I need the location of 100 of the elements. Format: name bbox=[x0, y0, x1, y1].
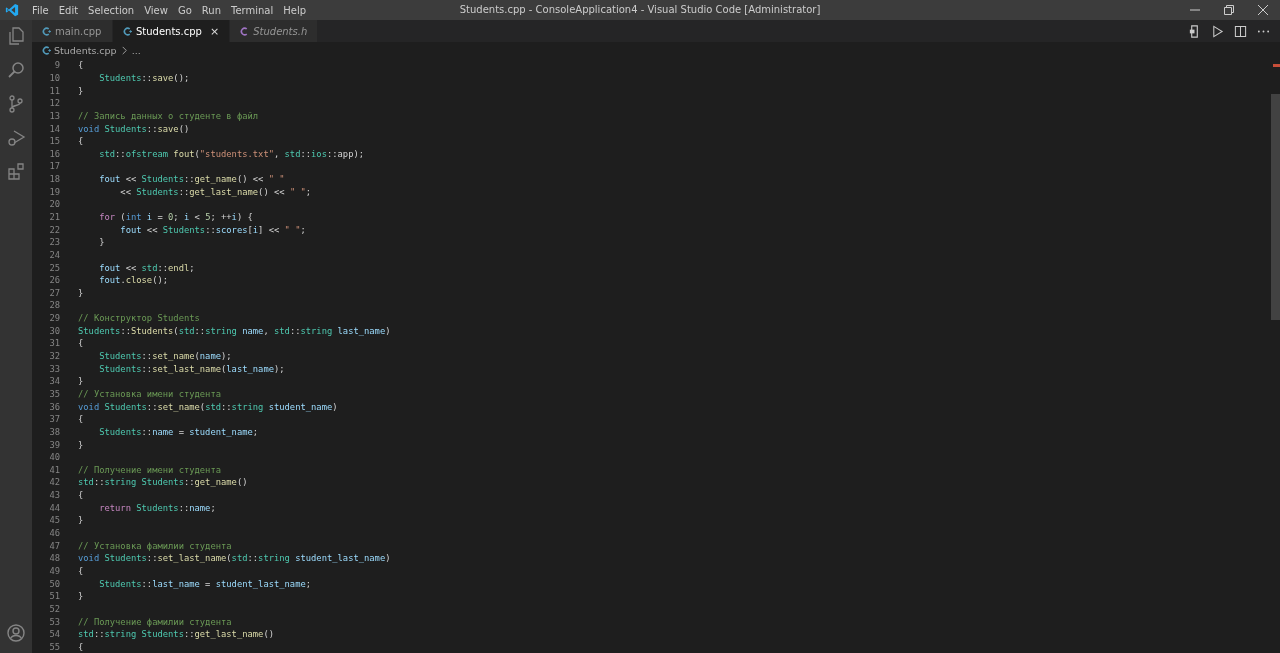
editor-tab[interactable]: Students.cpp × bbox=[113, 20, 231, 42]
line-number: 46 bbox=[48, 528, 60, 538]
line-number: 14 bbox=[48, 123, 60, 134]
file-type-icon bbox=[240, 26, 250, 36]
line-number: 42 bbox=[48, 477, 60, 488]
line-number: 49 bbox=[48, 565, 60, 576]
line-number: 50 bbox=[48, 578, 60, 589]
line-number: 13 bbox=[48, 110, 60, 121]
line-number: 20 bbox=[48, 199, 60, 210]
line-number: 9 bbox=[53, 60, 60, 71]
code-line: std::ofstream fout("students.txt", std::ios::app); bbox=[98, 148, 365, 159]
close-tab-button[interactable]: × bbox=[209, 24, 220, 38]
code-line: Students::last_name = student_last_name; bbox=[98, 578, 312, 589]
code-line: void Students::set_name(std::string student_name) bbox=[78, 401, 338, 412]
menu-item[interactable]: Help bbox=[278, 4, 312, 16]
code-line: } bbox=[78, 515, 84, 526]
editor-tab[interactable]: main.cpp bbox=[32, 20, 113, 42]
line-number: 48 bbox=[48, 553, 60, 564]
code-line: Students::set_last_name(last_name); bbox=[98, 363, 285, 374]
open-changes-icon[interactable] bbox=[1188, 24, 1201, 38]
menu-item[interactable]: File bbox=[27, 4, 54, 16]
line-number: 16 bbox=[48, 148, 60, 159]
line-number: 53 bbox=[48, 616, 60, 627]
source-control-icon[interactable] bbox=[6, 94, 26, 114]
code-line: fout << Students::scores[i] << " "; bbox=[119, 224, 306, 235]
app-logo-icon bbox=[5, 3, 19, 17]
file-type-icon bbox=[123, 26, 132, 36]
split-editor-icon[interactable] bbox=[1234, 24, 1247, 38]
close-icon[interactable] bbox=[1258, 5, 1268, 15]
code-line: { bbox=[78, 60, 84, 71]
line-number: 26 bbox=[48, 275, 60, 286]
code-line: Students::Students(std::string name, std::string last_name) bbox=[78, 325, 391, 336]
code-line: return Students::name; bbox=[98, 502, 216, 513]
editor-tab[interactable]: Students.h bbox=[230, 20, 319, 42]
run-debug-icon[interactable] bbox=[6, 128, 26, 148]
line-number: 28 bbox=[48, 300, 60, 311]
line-number: 41 bbox=[48, 464, 60, 475]
restore-icon[interactable] bbox=[1224, 5, 1234, 15]
line-number: 40 bbox=[48, 452, 60, 463]
chevron-right-icon bbox=[119, 45, 129, 55]
menu-item[interactable]: Go bbox=[172, 4, 197, 16]
code-line: std::string Students::get_last_name() bbox=[78, 629, 274, 640]
line-number: 30 bbox=[48, 325, 60, 336]
search-icon[interactable] bbox=[6, 60, 26, 80]
file-type-icon bbox=[42, 26, 51, 36]
line-number: 38 bbox=[48, 426, 60, 437]
account-icon[interactable] bbox=[6, 623, 26, 643]
extensions-icon[interactable] bbox=[6, 162, 26, 182]
menu-item[interactable]: Run bbox=[196, 4, 226, 16]
scrollbar-thumb[interactable] bbox=[1271, 94, 1280, 320]
code-line: } bbox=[78, 439, 84, 450]
code-line: // Установка фамилии студента bbox=[78, 540, 232, 551]
code-line: << Students::get_last_name() << " "; bbox=[119, 186, 312, 197]
run-icon[interactable] bbox=[1211, 24, 1224, 38]
code-line: fout << Students::get_name() << " " bbox=[98, 174, 285, 185]
line-number: 25 bbox=[48, 262, 60, 273]
files-icon[interactable] bbox=[6, 26, 26, 46]
menu-item[interactable]: View bbox=[139, 4, 173, 16]
line-number: 39 bbox=[48, 439, 60, 450]
code-line: } bbox=[78, 591, 84, 602]
error-marker bbox=[1273, 64, 1280, 67]
line-number: 15 bbox=[48, 136, 60, 147]
line-number: 27 bbox=[48, 287, 60, 298]
code-line: // Установка имени студента bbox=[78, 388, 221, 399]
line-number: 22 bbox=[48, 224, 60, 235]
line-number: 37 bbox=[48, 414, 60, 425]
code-line: // Получение имени студента bbox=[78, 464, 221, 475]
breadcrumb-item[interactable]: Students.cpp bbox=[54, 44, 117, 56]
code-line: { bbox=[78, 565, 84, 576]
code-line: for (int i = 0; i < 5; ++i) { bbox=[98, 212, 253, 222]
line-number: 17 bbox=[48, 161, 60, 172]
line-number: 44 bbox=[48, 502, 60, 513]
line-number: 11 bbox=[48, 85, 60, 96]
line-number: 43 bbox=[48, 490, 60, 501]
line-number: 31 bbox=[48, 338, 60, 349]
menu-item[interactable]: Terminal bbox=[226, 4, 279, 16]
window-title: Students.cpp - ConsoleApplication4 - Visual Studio Code [Administrator] bbox=[459, 4, 821, 15]
line-number: 52 bbox=[48, 603, 60, 614]
line-number: 34 bbox=[48, 376, 60, 387]
code-line: // Запись данных о студенте в файл bbox=[78, 110, 259, 121]
line-number: 19 bbox=[48, 186, 60, 197]
line-number: 54 bbox=[48, 629, 60, 640]
breadcrumb-item[interactable]: ... bbox=[131, 44, 141, 56]
menu-item[interactable]: Edit bbox=[53, 4, 84, 16]
line-number: 10 bbox=[48, 72, 60, 83]
code-line: { bbox=[78, 641, 84, 652]
menu-item[interactable]: Selection bbox=[83, 4, 140, 16]
file-type-icon bbox=[42, 45, 51, 55]
line-number: 32 bbox=[48, 351, 60, 362]
line-number: 21 bbox=[48, 212, 60, 222]
code-line: Students::set_name(name); bbox=[98, 351, 232, 362]
code-line: fout.close(); bbox=[98, 275, 169, 286]
code-line: Students::name = student_name; bbox=[98, 426, 259, 437]
code-line: fout << std::endl; bbox=[98, 262, 195, 273]
line-number: 29 bbox=[48, 313, 60, 324]
code-line: { bbox=[78, 414, 84, 425]
code-line: // Получение фамилии студента bbox=[78, 616, 232, 627]
code-line: } bbox=[78, 376, 84, 387]
line-number: 18 bbox=[48, 174, 60, 185]
line-number: 36 bbox=[48, 401, 60, 412]
